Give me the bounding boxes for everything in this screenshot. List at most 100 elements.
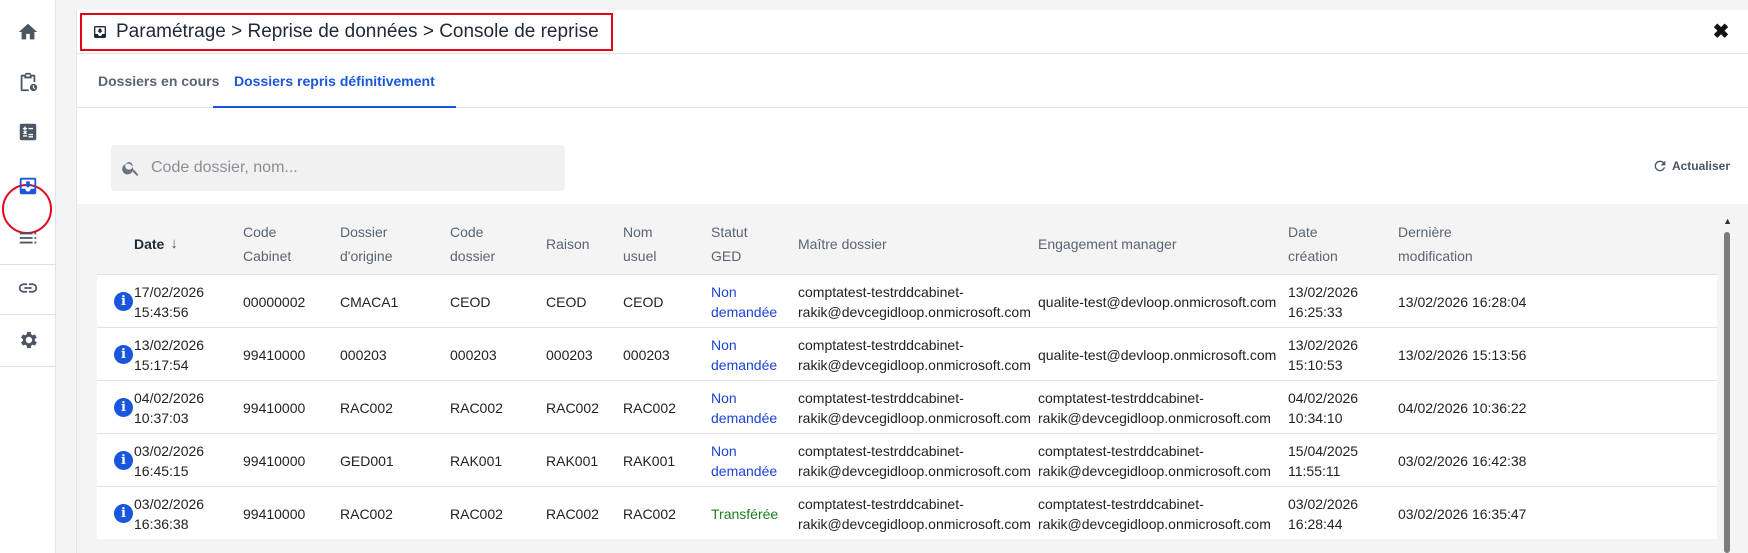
cell-code-cabinet: 99410000 [243, 399, 306, 416]
cell-nom-usuel: 000203 [623, 346, 670, 363]
column-header-statut-ged[interactable]: Statut GED [711, 214, 748, 274]
cell-dossier-origine: CMACA1 [340, 293, 399, 310]
link-icon[interactable] [12, 272, 44, 304]
cell-code-dossier: RAC002 [450, 505, 503, 522]
cell-maitre-dossier: comptatest-testrddcabinet- rakik@devcegi… [798, 495, 1031, 532]
cell-raison: RAC002 [546, 399, 599, 416]
main-panel: Paramétrage > Reprise de données > Conso… [76, 10, 1748, 553]
search-box [111, 145, 565, 191]
gear-icon[interactable] [12, 324, 44, 356]
cell-raison: RAK001 [546, 452, 599, 469]
cell-engagement-manager: comptatest-testrddcabinet- rakik@devcegi… [1038, 442, 1271, 479]
column-header-derniere-modification[interactable]: Dernière modification [1398, 214, 1473, 274]
cell-engagement-manager: comptatest-testrddcabinet- rakik@devcegi… [1038, 389, 1271, 426]
column-header-code-cabinet[interactable]: Code Cabinet [243, 214, 291, 274]
column-header-raison[interactable]: Raison [546, 214, 590, 274]
scrollbar-thumb[interactable] [1724, 232, 1730, 553]
cell-date: 13/02/2026 15:17:54 [134, 336, 205, 373]
cell-code-cabinet: 99410000 [243, 346, 306, 363]
cell-derniere-modification: 03/02/2026 16:42:38 [1398, 452, 1527, 469]
cell-dossier-origine: 000203 [340, 346, 387, 363]
column-header-date-creation[interactable]: Date création [1288, 214, 1338, 274]
cell-derniere-modification: 13/02/2026 15:13:56 [1398, 346, 1527, 363]
search-input[interactable] [151, 159, 551, 177]
tabs: Dossiers en cours Dossiers repris défini… [77, 54, 1748, 108]
sidebar [0, 0, 56, 553]
cell-date: 03/02/2026 16:36:38 [134, 495, 205, 532]
cell-raison: RAC002 [546, 505, 599, 522]
cell-date-creation: 03/02/2026 16:28:44 [1288, 495, 1359, 532]
table-row[interactable]: i 03/02/2026 16:45:15 99410000 GED001 RA… [97, 433, 1717, 486]
list-icon[interactable] [12, 222, 44, 254]
cell-date-creation: 04/02/2026 10:34:10 [1288, 389, 1359, 426]
cell-raison: 000203 [546, 346, 593, 363]
cell-nom-usuel: CEOD [623, 293, 664, 310]
column-header-maitre-dossier[interactable]: Maître dossier [798, 214, 887, 274]
cell-code-dossier: 000203 [450, 346, 497, 363]
cell-raison: CEOD [546, 293, 587, 310]
tab-dossiers-repris[interactable]: Dossiers repris définitivement [213, 54, 456, 108]
calculator-icon[interactable] [12, 116, 44, 148]
cell-derniere-modification: 03/02/2026 16:35:47 [1398, 505, 1527, 522]
status-badge: Non demandée [711, 336, 778, 373]
cell-dossier-origine: GED001 [340, 452, 394, 469]
cell-code-cabinet: 99410000 [243, 452, 306, 469]
info-icon[interactable]: i [114, 504, 133, 523]
table-body: i 17/02/2026 15:43:56 00000002 CMACA1 CE… [97, 274, 1717, 539]
clipboard-clock-icon[interactable] [12, 66, 44, 98]
sort-arrow-icon: ↓ [170, 235, 178, 252]
cell-code-cabinet: 00000002 [243, 293, 306, 310]
cell-maitre-dossier: comptatest-testrddcabinet- rakik@devcegi… [798, 283, 1031, 320]
close-icon[interactable]: ✖ [1711, 22, 1731, 42]
status-badge: Non demandée [711, 389, 778, 426]
cell-date-creation: 13/02/2026 15:10:53 [1288, 336, 1359, 373]
cell-engagement-manager: qualite-test@devloop.onmicrosoft.com [1038, 346, 1277, 363]
cell-dossier-origine: RAC002 [340, 399, 393, 416]
title-bar: Paramétrage > Reprise de données > Conso… [77, 10, 1748, 54]
cell-derniere-modification: 04/02/2026 10:36:22 [1398, 399, 1527, 416]
column-header-engagement-manager[interactable]: Engagement manager [1038, 214, 1177, 274]
column-header-date[interactable]: Date ↓ [134, 214, 178, 274]
info-icon[interactable]: i [114, 398, 133, 417]
cell-date: 17/02/2026 15:43:56 [134, 283, 205, 320]
cell-date: 04/02/2026 10:37:03 [134, 389, 205, 426]
table: Date ↓ Code Cabinet Dossier d'origine Cod… [77, 204, 1748, 553]
scroll-up-icon[interactable]: ▲ [1723, 216, 1732, 226]
refresh-button[interactable]: Actualiser [1652, 158, 1730, 174]
status-badge: Non demandée [711, 283, 778, 320]
inbox-tray-icon [94, 26, 106, 38]
table-row[interactable]: i 13/02/2026 15:17:54 99410000 000203 00… [97, 327, 1717, 380]
home-icon[interactable] [12, 16, 44, 48]
status-badge: Transférée [711, 505, 779, 522]
cell-nom-usuel: RAK001 [623, 452, 676, 469]
cell-engagement-manager: qualite-test@devloop.onmicrosoft.com [1038, 293, 1277, 310]
status-badge: Non demandée [711, 442, 778, 479]
refresh-icon [1654, 160, 1666, 172]
cell-date-creation: 15/04/2025 11:55:11 [1288, 442, 1359, 479]
table-row[interactable]: i 17/02/2026 15:43:56 00000002 CMACA1 CE… [97, 274, 1717, 327]
info-icon[interactable]: i [114, 345, 133, 364]
cell-dossier-origine: RAC002 [340, 505, 393, 522]
cell-code-cabinet: 99410000 [243, 505, 306, 522]
search-icon [122, 162, 139, 176]
table-row[interactable]: i 04/02/2026 10:37:03 99410000 RAC002 RA… [97, 380, 1717, 433]
table-row[interactable]: i 03/02/2026 16:36:38 99410000 RAC002 RA… [97, 486, 1717, 539]
cell-maitre-dossier: comptatest-testrddcabinet- rakik@devcegi… [798, 336, 1031, 373]
inbox-tray-icon[interactable] [12, 170, 44, 202]
cell-engagement-manager: comptatest-testrddcabinet- rakik@devcegi… [1038, 495, 1271, 532]
cell-date-creation: 13/02/2026 16:25:33 [1288, 283, 1359, 320]
breadcrumb: Paramétrage > Reprise de données > Conso… [80, 13, 613, 51]
cell-code-dossier: CEOD [450, 293, 491, 310]
column-header-nom-usuel[interactable]: Nom usuel [623, 214, 656, 274]
cell-nom-usuel: RAC002 [623, 399, 676, 416]
info-icon[interactable]: i [114, 292, 133, 311]
sidebar-divider [0, 264, 56, 265]
column-header-dossier-origine[interactable]: Dossier d'origine [340, 214, 393, 274]
cell-derniere-modification: 13/02/2026 16:28:04 [1398, 293, 1527, 310]
info-icon[interactable]: i [114, 451, 133, 470]
cell-date: 03/02/2026 16:45:15 [134, 442, 205, 479]
cell-code-dossier: RAK001 [450, 452, 503, 469]
column-header-code-dossier[interactable]: Code dossier [450, 214, 495, 274]
refresh-label: Actualiser [1671, 159, 1730, 173]
table-header: Date ↓ Code Cabinet Dossier d'origine Cod… [97, 214, 1717, 274]
